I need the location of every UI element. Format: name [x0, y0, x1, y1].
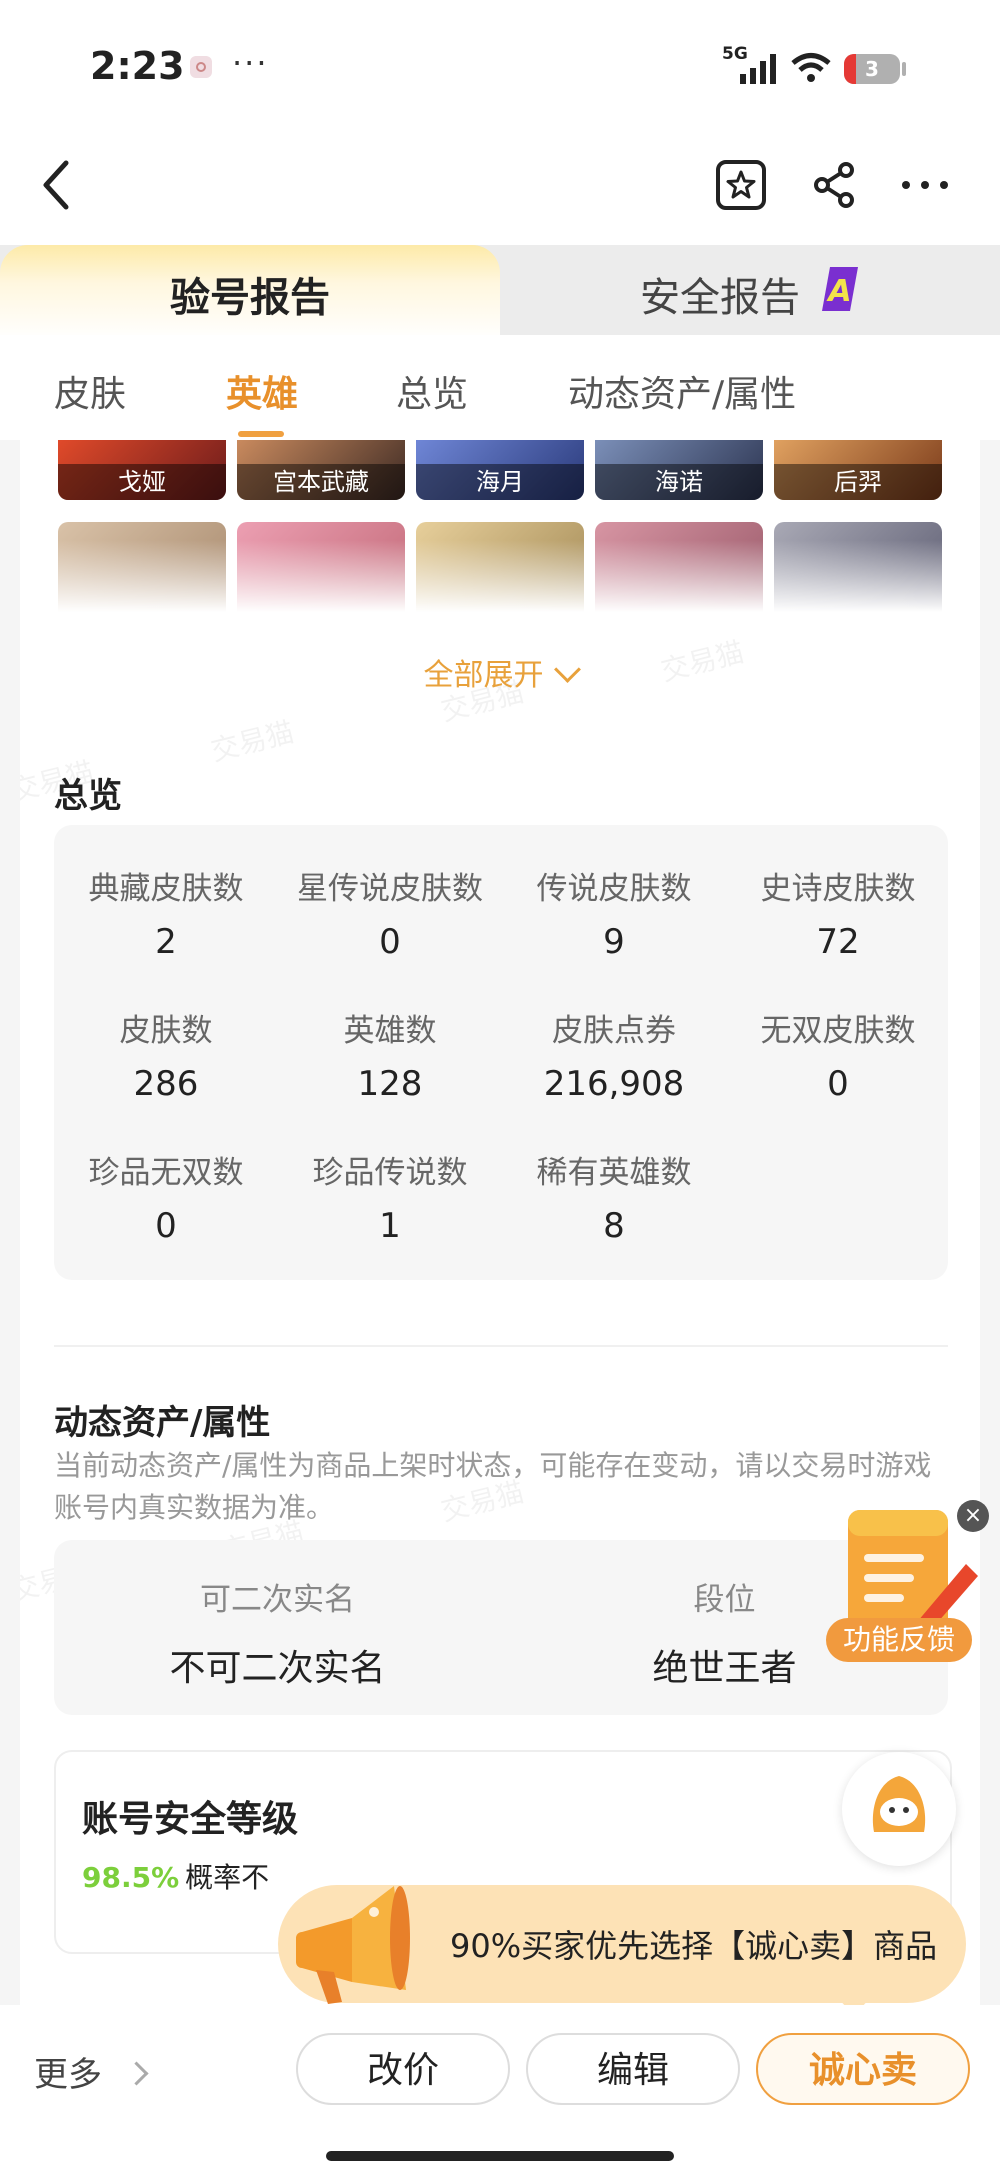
safety-rate-value: 98.5%	[82, 1861, 180, 1894]
hero-name: 海诺	[595, 464, 763, 500]
more-button[interactable]: 更多	[34, 2047, 149, 2096]
report-content: 交易猫 交易猫 交易猫 交易猫 交易猫 交易猫 交易猫 交易猫 交易猫 戈娅 宫…	[20, 440, 980, 2005]
wifi-icon	[791, 53, 831, 82]
hero-name: 宫本武藏	[237, 464, 405, 500]
tab-security-report-label: 安全报告	[640, 275, 800, 321]
dynamic-attrs-card: 可二次实名 不可二次实名 段位 绝世王者	[54, 1540, 948, 1715]
back-icon[interactable]	[36, 155, 76, 215]
sincere-sell-button[interactable]: 诚心卖	[756, 2033, 970, 2105]
section-divider	[54, 1345, 948, 1347]
battery-icon: 3	[844, 54, 900, 84]
safety-rate: 98.5% 概率不	[82, 1856, 269, 1896]
hero-card[interactable]: 后羿	[774, 440, 942, 500]
stat-item: 珍品无双数 0	[88, 1155, 244, 1246]
status-time: 2:23	[90, 44, 185, 88]
dynamic-assets-description: 当前动态资产/属性为商品上架时状态，可能存在变动，请以交易时游戏账号内真实数据为…	[54, 1449, 932, 1524]
stat-item: 稀有英雄数 8	[536, 1155, 692, 1246]
collapse-fade	[20, 540, 980, 620]
battery-level: 3	[865, 57, 879, 81]
attr-item: 可二次实名 不可二次实名	[169, 1582, 386, 1689]
stat-item: 典藏皮肤数 2	[88, 871, 244, 962]
mascot-float-button[interactable]	[842, 1752, 956, 1866]
status-more-dots: ···	[232, 44, 269, 82]
share-icon[interactable]	[806, 156, 864, 214]
stat-item: 史诗皮肤数 72	[760, 871, 916, 962]
chevron-right-icon	[124, 2061, 149, 2086]
hero-card[interactable]: 宫本武藏	[237, 440, 405, 500]
stat-item: 星传说皮肤数 0	[297, 871, 483, 962]
expand-all-button[interactable]: 全部展开	[20, 650, 980, 694]
change-price-button[interactable]: 改价	[296, 2033, 510, 2105]
overview-stats-card: 典藏皮肤数 2 星传说皮肤数 0 传说皮肤数 9 史诗皮肤数 72 皮肤数 286 英雄数…	[54, 825, 948, 1280]
nav-bar	[0, 130, 1000, 245]
watermark: 交易猫	[207, 715, 298, 768]
more-label: 更多	[34, 2055, 102, 2095]
feedback-label[interactable]: 功能反馈	[826, 1618, 972, 1662]
tab-security-report[interactable]: 安全报告 A	[500, 245, 1000, 335]
hero-name: 海月	[416, 464, 584, 500]
overview-title: 总览	[54, 776, 122, 816]
stat-item: 英雄数 128	[343, 1013, 437, 1104]
subtab-heroes[interactable]: 英雄	[226, 365, 298, 417]
hero-card[interactable]: 戈娅	[58, 440, 226, 500]
expand-all-label: 全部展开	[423, 658, 544, 693]
stat-item: 皮肤数 286	[119, 1013, 213, 1104]
favorite-star-icon[interactable]	[712, 156, 770, 214]
grade-badge-letter: A	[826, 274, 851, 309]
safety-rate-text: 概率不	[185, 1861, 270, 1894]
mascot-icon	[872, 1776, 926, 1832]
app-notification-icon	[190, 56, 212, 78]
hero-card[interactable]: 海诺	[595, 440, 763, 500]
hero-name: 戈娅	[58, 464, 226, 500]
hero-card[interactable]: 海月	[416, 440, 584, 500]
section-tabs: 皮肤 英雄 总览 动态资产/属性	[0, 335, 1000, 440]
feedback-close-button[interactable]: ×	[957, 1500, 989, 1532]
signal-icon	[740, 54, 776, 84]
dynamic-assets-title: 动态资产/属性	[54, 1403, 271, 1443]
home-indicator	[326, 2151, 674, 2161]
tab-inspection-report[interactable]: 验号报告	[0, 245, 500, 340]
chevron-down-icon	[553, 656, 581, 683]
subtab-overview[interactable]: 总览	[396, 365, 468, 417]
megaphone-icon	[296, 1886, 410, 2004]
bottom-action-bar: 更多 改价 编辑 诚心卖	[0, 2005, 1000, 2177]
stat-item: 传说皮肤数 9	[536, 871, 692, 962]
active-tab-indicator	[238, 431, 284, 437]
grade-a-badge-icon: A	[822, 267, 858, 311]
subtab-skins[interactable]: 皮肤	[54, 365, 126, 417]
hero-grid: 戈娅 宫本武藏 海月 海诺 后羿	[58, 440, 948, 500]
stat-item: 皮肤点券 216,908	[543, 1013, 685, 1104]
subtab-dynamic-assets[interactable]: 动态资产/属性	[568, 365, 796, 417]
safety-title: 账号安全等级	[82, 1799, 299, 1840]
promo-text: 90%买家优先选择【诚心卖】商品	[450, 1927, 938, 1965]
stat-item: 珍品传说数 1	[312, 1155, 468, 1246]
hero-name: 后羿	[774, 464, 942, 500]
status-bar: 2:23 ··· 5G 3	[0, 0, 1000, 130]
edit-button[interactable]: 编辑	[526, 2033, 740, 2105]
stat-item: 无双皮肤数 0	[760, 1013, 916, 1104]
tab-inspection-report-label: 验号报告	[170, 275, 330, 321]
report-tabs: 安全报告 A 验号报告	[0, 245, 1000, 340]
more-icon[interactable]	[896, 156, 954, 214]
